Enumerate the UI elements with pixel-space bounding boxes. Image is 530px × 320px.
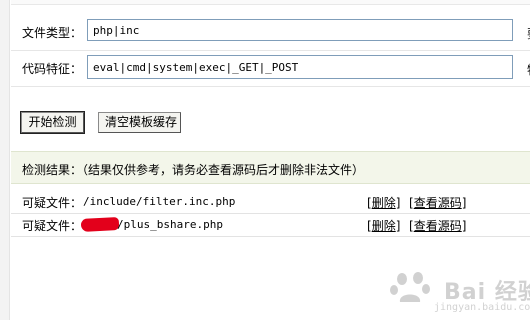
suspicious-file-path: /plus_bshare.php — [117, 218, 223, 231]
file-type-row: 文件类型： 要 — [11, 15, 530, 51]
results-header: 检测结果：（结果仅供参考，请务必查看源码后才删除非法文件） — [11, 151, 530, 184]
delete-link[interactable]: [删除] — [367, 217, 400, 234]
code-signature-label: 代码特征： — [22, 62, 83, 76]
suspicious-file-path: /include/filter.inc.php — [83, 195, 236, 208]
baidu-jingyan-watermark: Bai 经验 jingyan.baidu.com — [388, 270, 530, 318]
delete-link-text[interactable]: 删除 — [372, 196, 396, 210]
watermark-url: jingyan.baidu.com — [434, 302, 530, 313]
view-source-link[interactable]: [查看源码] — [409, 194, 466, 211]
view-source-link[interactable]: [查看源码] — [409, 217, 466, 234]
delete-link-text[interactable]: 删除 — [372, 219, 396, 233]
start-scan-button[interactable]: 开始检测 — [20, 111, 85, 134]
view-source-link-text[interactable]: 查看源码 — [414, 196, 462, 210]
file-type-label: 文件类型： — [22, 26, 83, 40]
code-signature-row: 代码特征： 特 — [11, 51, 530, 87]
redaction-mark — [80, 217, 120, 232]
result-row: 可疑文件： /plus_bshare.php [删除] [查看源码] — [11, 213, 530, 237]
suspicious-file-label: 可疑文件： — [22, 219, 83, 233]
left-frame-edge — [0, 0, 10, 320]
view-source-link-text[interactable]: 查看源码 — [414, 219, 462, 233]
file-type-input[interactable] — [87, 19, 513, 41]
result-row: 可疑文件： /include/filter.inc.php [删除] [查看源码… — [11, 190, 530, 214]
suspicious-file-label: 可疑文件： — [22, 196, 83, 210]
results-header-text: 检测结果：（结果仅供参考，请务必查看源码后才删除非法文件） — [22, 163, 365, 177]
paw-logo-icon — [390, 272, 430, 302]
top-band — [11, 0, 530, 5]
delete-link[interactable]: [删除] — [367, 194, 400, 211]
clear-template-cache-button[interactable]: 清空模板缓存 — [98, 112, 181, 133]
code-signature-input[interactable] — [87, 55, 513, 79]
